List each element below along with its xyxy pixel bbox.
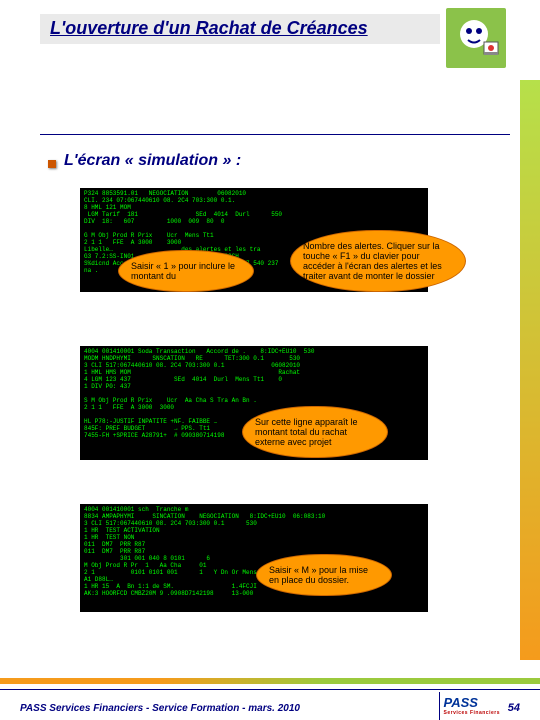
page-number: 54 (508, 702, 520, 714)
footer-gradient-bar (0, 678, 540, 684)
horizontal-rule (40, 134, 510, 135)
logo-subtext: Services Financiers (444, 710, 500, 716)
callout-input-1: Saisir « 1 » pour inclure le montant du (118, 250, 254, 292)
brand-logo: PASS Services Financiers (444, 695, 500, 716)
side-gradient-bar (520, 80, 540, 660)
mascot-icon (446, 8, 506, 68)
callout-input-m: Saisir « M » pour la mise en place du do… (256, 554, 392, 596)
callout-alerts: Nombre des alertes. Cliquer sur la touch… (290, 230, 466, 292)
callout-total-line: Sur cette ligne apparaît le montant tota… (242, 406, 388, 458)
footer-text: PASS Services Financiers - Service Forma… (20, 703, 300, 714)
terminal-screenshot-3: 4004 001410001 sch Tranche m 8834 AMPAPH… (80, 504, 428, 612)
page-title: L'ouverture d'un Rachat de Créances (50, 18, 368, 39)
bullet-icon (48, 160, 56, 168)
footer-divider (439, 692, 440, 720)
footer-line (0, 689, 540, 690)
section-subtitle: L'écran « simulation » : (64, 152, 241, 170)
logo-text: PASS (444, 695, 478, 710)
